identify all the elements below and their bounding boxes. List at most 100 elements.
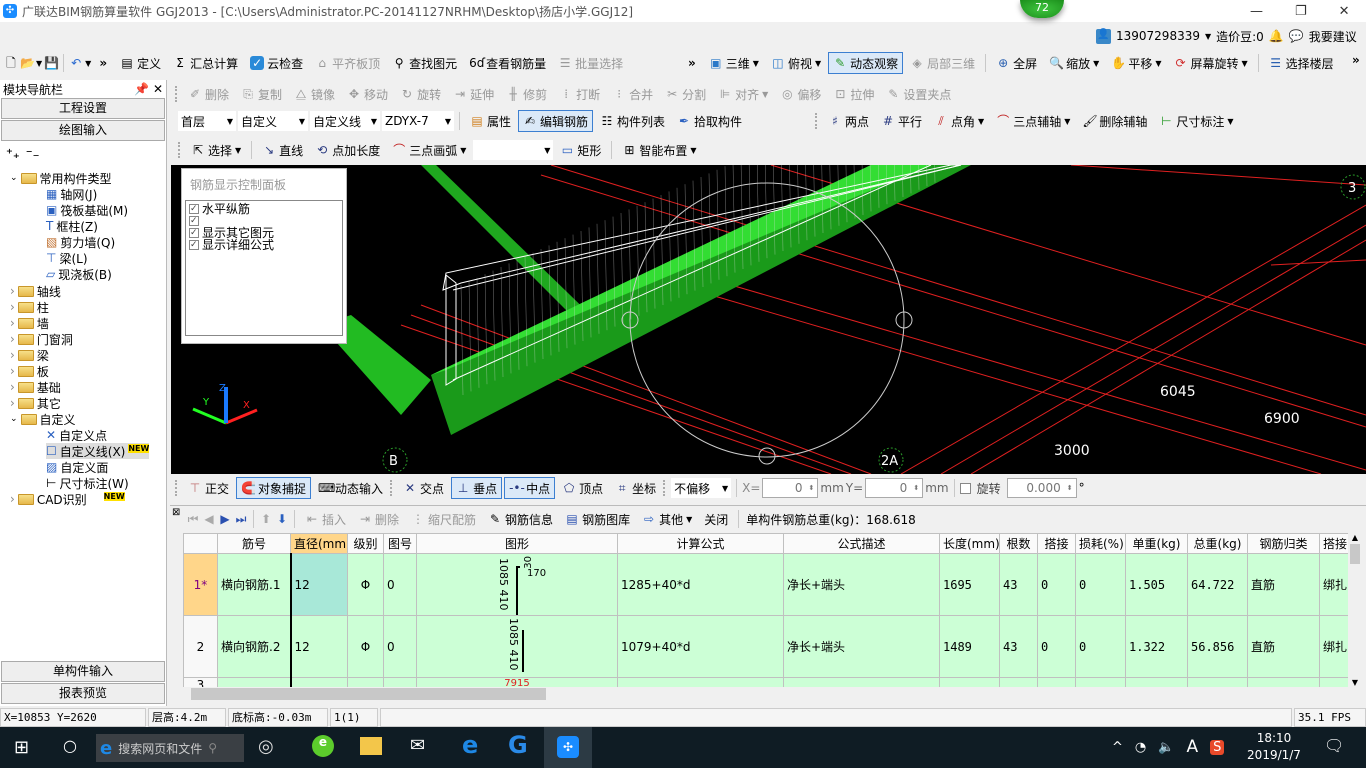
column-header[interactable]: 图号 [383,533,417,554]
chevron-up-icon[interactable]: ^ [1112,740,1123,755]
panel-close-icon[interactable]: ⊠ [172,507,180,518]
tree-group-openings[interactable]: › 门窗洞 [10,331,73,347]
app-green-browser-icon[interactable]: e [312,735,334,757]
taskbar-search-box[interactable]: e 搜索网页和文件 ⚲ [96,734,244,762]
component-list-button[interactable]: ☷ 构件列表 [595,110,670,132]
rotate-button[interactable]: ↻ 旋转 [395,83,446,105]
column-header[interactable]: 长度(mm) [939,533,1000,554]
find-element-button[interactable]: ⚲ 查找图元 [387,52,462,74]
dynamic-input-button[interactable]: ⌨ 动态输入 [313,477,388,499]
user-phone[interactable]: 13907298339 [1116,29,1200,43]
column-header[interactable]: 单重(kg) [1125,533,1188,554]
collapse-all-icon[interactable]: ⁻₋ [26,147,40,162]
column-header[interactable]: 计算公式 [617,533,784,554]
coordinate-snap-button[interactable]: ⌗ 坐标 [610,477,661,499]
line-button[interactable]: ↘ 直线 [257,139,308,161]
column-header[interactable]: 损耗(%) [1075,533,1126,554]
notifications-icon[interactable]: 🗨 [1324,736,1344,755]
file-explorer-icon[interactable] [360,737,382,755]
orbit-handle-bottom[interactable] [758,447,776,465]
copy-button[interactable]: ⎘ 复制 [236,83,287,105]
tree-group-beam[interactable]: › 梁 [10,347,49,363]
pin-icon[interactable]: 📌 [134,82,149,96]
x-offset-input[interactable]: 0 ⬍ [762,478,819,498]
grip-point-button[interactable]: ✎ 设置夹点 [881,83,956,105]
tree-item-slab[interactable]: ▱ 现浇板(B) [46,266,112,282]
app-swirl-icon[interactable]: ◎ [258,736,274,757]
object-snap-button[interactable]: 🧲 对象捕捉 [236,477,312,499]
arc-button[interactable]: ⌒ 三点画弧 ▼ [387,139,471,161]
ime-indicator[interactable]: A [1186,737,1198,757]
local-3d-button[interactable]: ◈ 局部三维 [905,52,980,74]
point-angle-button[interactable]: ⫽ 点角 ▼ [929,110,989,132]
top-view-button[interactable]: ◫ 俯视 ▼ [766,52,826,74]
mail-icon[interactable]: ✉ [410,735,425,756]
table-row[interactable]: 1* 横向钢筋.1 12 Φ 0 1085 410 30 170 1285+40*d 净长+端头 1… [183,553,1348,616]
midpoint-snap-button[interactable]: -•- 中点 [504,477,556,499]
new-file-icon[interactable]: 🗋 [4,56,18,70]
zoom-button[interactable]: 🔍 缩放 ▼ [1044,52,1104,74]
tree-item-shear-wall[interactable]: ▧ 剪力墙(Q) [46,234,115,250]
merge-button[interactable]: ⁝ 合并 [607,83,658,105]
align-slab-button[interactable]: ⌂ 平齐板顶 [310,52,385,74]
undo-icon[interactable]: ↶ [69,56,83,70]
report-preview-button[interactable]: 报表预览 [1,683,165,704]
column-header[interactable]: 筋号 [217,533,291,554]
maximize-button[interactable]: ❐ [1295,4,1307,19]
select-floor-button[interactable]: ☰ 选择楼层 [1264,52,1339,74]
column-header[interactable]: 直径(mm) [290,533,348,554]
type-select[interactable]: 自定义 ▼ [238,111,308,131]
column-header[interactable]: 根数 [999,533,1038,554]
pan-button[interactable]: ✋ 平移 ▼ [1106,52,1166,74]
save-icon[interactable]: 💾 [44,56,59,70]
tree-group-wall[interactable]: › 墙 [10,315,49,331]
tree-group-foundation[interactable]: › 基础 [10,379,61,395]
batch-select-button[interactable]: ☰ 批量选择 [553,52,628,74]
checkbox[interactable]: ✓ [189,228,199,238]
column-header[interactable]: 级别 [347,533,384,554]
rebar-info-button[interactable]: ✎ 钢筋信息 [483,508,558,530]
intersection-snap-button[interactable]: ✕ 交点 [398,477,449,499]
delete-axis-button[interactable]: 🖌 删除辅轴 [1077,110,1152,132]
tree-group-common[interactable]: ⌄ 常用构件类型 [10,170,112,186]
suggest-link[interactable]: 我要建议 [1309,28,1357,45]
offset-button[interactable]: ◎ 偏移 [775,83,826,105]
split-button[interactable]: ✂ 分割 [660,83,711,105]
three-point-axis-button[interactable]: ⌒ 三点辅轴 ▼ [991,110,1075,132]
arc-mode-select[interactable]: ▼ [473,140,554,160]
pick-component-button[interactable]: ✒ 拾取构件 [672,110,747,132]
component-name-select[interactable]: ZDYX-7 ▼ [382,111,454,131]
insert-row-button[interactable]: ⇤ 插入 [300,508,351,530]
move-up-icon[interactable]: ⬆ [259,512,273,526]
column-header[interactable]: 图形 [416,533,618,554]
parallel-axis-button[interactable]: # 平行 [876,110,927,132]
move-down-icon[interactable]: ⬇ [275,512,289,526]
expand-all-icon[interactable]: ⁺₊ [6,147,20,162]
column-header[interactable]: 搭接 [1319,533,1348,554]
delete-button[interactable]: ✐ 删除 [183,83,234,105]
tree-item-custom-face[interactable]: ▨ 自定义面 [46,459,108,475]
column-header[interactable]: 总重(kg) [1187,533,1248,554]
tree-item-raft[interactable]: ▣ 筏板基础(M) [46,202,128,218]
rectangle-button[interactable]: ▭ 矩形 [555,139,606,161]
single-component-input-button[interactable]: 单构件输入 [1,661,165,682]
column-header[interactable]: 搭接 [1037,533,1076,554]
taskbar-clock[interactable]: 18:10 2019/1/7 [1244,730,1304,764]
rotate-angle-input[interactable]: 0.000 ⬍ [1006,478,1077,498]
checkbox[interactable]: ✓ [189,240,199,250]
prev-record-icon[interactable]: ◀ [202,512,216,526]
align-button[interactable]: ⊫ 对齐 ▼ [713,83,773,105]
3d-button[interactable]: ▣ 三维 ▼ [704,52,764,74]
3d-viewport[interactable]: B 2A 3 6045 6900 3000 Y X Z [171,165,1366,474]
active-app-tab[interactable]: ✣ [544,727,592,768]
panel-option[interactable]: ✓ 显示详细公式 [189,239,339,251]
checkbox[interactable]: ✓ [189,216,199,226]
first-record-icon[interactable]: ⏮ [186,512,200,526]
edge-browser-icon[interactable]: e [462,731,478,759]
rotate-checkbox[interactable] [959,482,971,494]
point-length-button[interactable]: ⟲ 点加长度 [310,139,385,161]
column-header[interactable]: 公式描述 [783,533,940,554]
horizontal-scrollbar[interactable] [183,687,1348,701]
subtype-select[interactable]: 自定义线 ▼ [310,111,380,131]
volume-icon[interactable]: 🔈 [1158,740,1174,755]
